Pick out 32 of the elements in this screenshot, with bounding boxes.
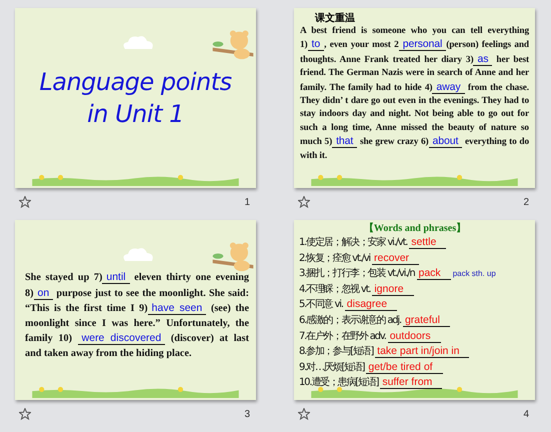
- note-text: pack sth. up: [452, 269, 496, 278]
- slide-thumbnail[interactable]: Language points in Unit 1: [15, 8, 256, 188]
- slide-title: Language points: [39, 67, 232, 98]
- slide-number: 1: [244, 196, 250, 208]
- passage-text: A best friend is someone who you can tell everything 1) to , even your most 2 personal (person) feelings and thoughts. Anne Frank treated her diary 3) as her best friend. The German Nazis were in search of Anne and her family. The family had to hide 4) away from the chase. They didn’ t dare go out even in the evenings. They had to stay indoors day and night. Not being able to go out for such a long time, Anne missed the beauty of nature so much 5) that she grew crazy 6) about everything to do with it.: [300, 25, 529, 163]
- passage-text: She stayed up 7) until eleven thirty one evening 8) on purpose just to see the moonlight. She said: “This is the first time I 9) have seen (see) the moonlight since I was here.” Unfortunately, the family 10) were discovered (discover) at last and taken away from the hiding place.: [25, 270, 249, 361]
- vocab-prompt: 7.在户外；在野外 adv.: [299, 330, 386, 343]
- slide-number: 3: [244, 408, 250, 420]
- answer-text: recover: [372, 252, 420, 265]
- slide-heading: 【Words and phrases】: [362, 222, 468, 235]
- answer-text: outdoors: [388, 330, 441, 343]
- vocab-prompt: 2.恢复；痊愈 vt./vi: [299, 252, 370, 265]
- answer-text: grateful: [402, 314, 450, 327]
- vocab-prompt: 1.使定居；解决；安家 vi./vt.: [299, 236, 408, 249]
- vocab-prompt: 6.感激的；表示谢意的 adj.: [299, 314, 401, 327]
- vocab-prompt: 3.捆扎；打行李；包装 vt./vi./n: [299, 266, 414, 280]
- slide-number: 2: [523, 196, 529, 208]
- vocab-prompt: 9.对…厌烦[短语]: [299, 360, 364, 374]
- vocab-prompt: 8.参加；参与[短语]: [299, 344, 374, 358]
- answer-text: ignore: [372, 282, 414, 296]
- slide-heading: 课文重温: [314, 13, 356, 25]
- slide-number: 4: [523, 408, 529, 420]
- answer-text: take part in/join in: [375, 345, 470, 358]
- answer-text: get/be tired of: [366, 360, 443, 374]
- vocab-prompt: 10.遭受；患病[短语]: [299, 376, 378, 390]
- answer-text: settle: [409, 236, 446, 249]
- answer-text: suffer from: [380, 376, 442, 390]
- slide-title: in Unit 1: [87, 99, 184, 130]
- vocab-prompt: 4.不理睬；忽视 vt.: [299, 282, 370, 296]
- answer-text: pack: [416, 267, 451, 280]
- answer-text: disagree: [344, 298, 398, 312]
- vocab-prompt: 5.不同意 vi.: [299, 298, 343, 312]
